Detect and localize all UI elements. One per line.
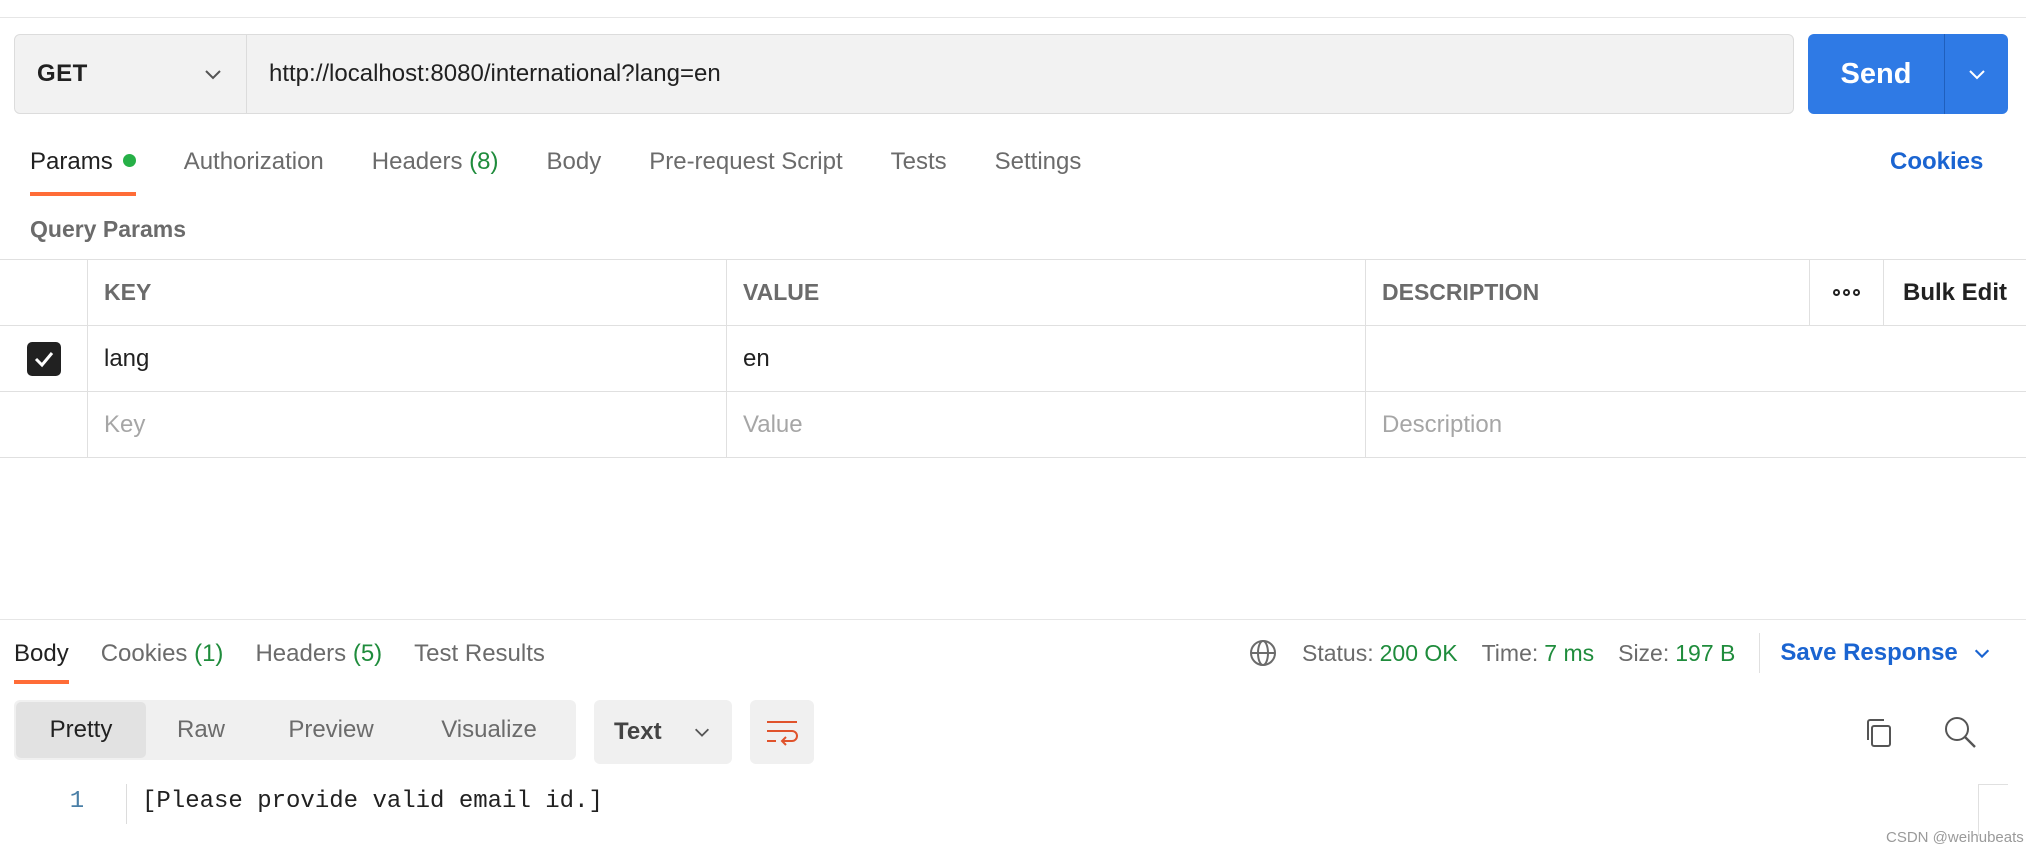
header-checkbox-cell: [0, 260, 88, 325]
tab-label: Params: [30, 148, 113, 175]
tab-label: Tests: [890, 148, 947, 175]
status-value: 200 OK: [1379, 639, 1458, 666]
table-row-empty: Key Value Description: [0, 392, 2026, 458]
request-bar: GET: [14, 34, 1794, 114]
chevron-down-icon: [1968, 70, 1985, 80]
param-value-cell[interactable]: en: [727, 326, 1366, 391]
param-key-cell[interactable]: lang: [88, 326, 727, 391]
key-placeholder-cell[interactable]: Key: [88, 392, 727, 457]
send-options-button[interactable]: [1944, 34, 2008, 114]
table-header-row: KEY VALUE DESCRIPTION Bulk Edit: [0, 260, 2026, 326]
gutter-line: [126, 784, 127, 824]
tab-response-cookies[interactable]: Cookies (1): [101, 636, 224, 684]
view-preview[interactable]: Preview: [256, 702, 406, 758]
time-value: 7 ms: [1544, 639, 1595, 666]
response-body-viewer[interactable]: 1 [Please provide valid email id.]: [0, 780, 2026, 836]
response-meta: Status: 200 OK Time: 7 ms Size: 197 B Save …: [1248, 633, 1992, 673]
tab-label: Body: [546, 148, 602, 175]
format-label: Text: [614, 718, 662, 745]
tab-test-results[interactable]: Test Results: [414, 636, 545, 684]
size-value: 197 B: [1675, 639, 1736, 666]
header-value: VALUE: [727, 260, 1366, 325]
row-checkbox-cell: [0, 326, 88, 391]
size-label: Size:: [1618, 639, 1670, 666]
chevron-down-icon: [202, 63, 224, 85]
response-divider: [0, 619, 2026, 620]
table-row: lang en: [0, 326, 2026, 392]
tab-label: Authorization: [183, 148, 324, 175]
response-tabs: Body Cookies (1) Headers (5) Test Result…: [14, 636, 577, 684]
more-horizontal-icon: [1833, 289, 1860, 296]
tab-body[interactable]: Body: [547, 140, 602, 196]
header-description: DESCRIPTION: [1366, 260, 1810, 325]
status-label: Status:: [1302, 639, 1374, 666]
description-placeholder-cell[interactable]: Description: [1366, 392, 2026, 457]
save-response-button[interactable]: Save Response: [1780, 639, 1991, 667]
check-icon: [34, 351, 53, 367]
tab-pre-request-script[interactable]: Pre-request Script: [649, 140, 842, 196]
header-key: KEY: [88, 260, 727, 325]
tab-label: Headers: [371, 148, 463, 175]
bulk-edit-button[interactable]: Bulk Edit: [1884, 260, 2026, 325]
tab-label: Headers: [255, 640, 347, 667]
url-input[interactable]: [247, 35, 1793, 113]
tab-label: Cookies: [100, 640, 188, 667]
tab-settings[interactable]: Settings: [995, 140, 1082, 196]
tab-label: Test Results: [414, 640, 545, 667]
method-select[interactable]: GET: [15, 35, 247, 113]
row-checkbox-cell: [0, 392, 88, 457]
tab-label: Settings: [994, 148, 1082, 175]
tab-label: Body: [14, 640, 69, 667]
view-pretty[interactable]: Pretty: [16, 702, 146, 758]
view-visualize[interactable]: Visualize: [406, 702, 572, 758]
params-table: KEY VALUE DESCRIPTION Bulk Edit lang en …: [0, 259, 2026, 458]
tab-response-body[interactable]: Body: [14, 636, 69, 684]
wrap-lines-icon: [767, 721, 798, 746]
tab-tests[interactable]: Tests: [891, 140, 947, 196]
query-params-title: Query Params: [30, 216, 186, 242]
copy-icon[interactable]: [1862, 716, 1896, 750]
send-button[interactable]: Send: [1808, 34, 1944, 114]
time-readout: Time: 7 ms: [1482, 640, 1595, 667]
param-enabled-checkbox[interactable]: [26, 341, 61, 376]
tab-count: (1): [194, 640, 224, 667]
tab-count: (8): [469, 148, 499, 175]
save-response-label: Save Response: [1780, 639, 1958, 666]
chevron-down-icon: [1974, 649, 1989, 659]
tab-count: (5): [352, 640, 383, 667]
value-placeholder-cell[interactable]: Value: [727, 392, 1366, 457]
wrap-lines-button[interactable]: [750, 700, 814, 764]
code-line: [Please provide valid email id.]: [142, 788, 603, 815]
meta-divider: [1759, 633, 1761, 673]
method-label: GET: [37, 60, 88, 87]
send-button-group: Send: [1808, 34, 2008, 114]
params-active-dot: [122, 154, 136, 168]
time-label: Time:: [1481, 639, 1539, 666]
search-icon[interactable]: [1942, 714, 1978, 750]
line-number: 1: [69, 788, 85, 815]
tab-params[interactable]: Params: [30, 140, 136, 196]
tab-label: Pre-request Script: [649, 148, 843, 175]
format-select[interactable]: Text: [594, 700, 732, 764]
cookies-link[interactable]: Cookies: [1890, 148, 1983, 176]
request-tabs: Params Authorization Headers (8) Body Pr…: [30, 140, 1129, 196]
tab-authorization[interactable]: Authorization: [184, 140, 324, 196]
chevron-down-icon: [694, 728, 710, 737]
more-options-button[interactable]: [1810, 260, 1884, 325]
tab-response-headers[interactable]: Headers (5): [255, 636, 382, 684]
param-description-cell[interactable]: [1366, 326, 2026, 391]
globe-icon[interactable]: [1248, 638, 1278, 668]
status-readout: Status: 200 OK: [1302, 640, 1458, 667]
view-mode-toggle: Pretty Raw Preview Visualize: [14, 700, 576, 760]
watermark: CSDN @weihubeats: [1886, 829, 2024, 846]
tab-headers[interactable]: Headers (8): [372, 140, 499, 196]
size-readout: Size: 197 B: [1618, 640, 1735, 667]
top-divider: [0, 17, 2026, 18]
view-raw[interactable]: Raw: [146, 702, 256, 758]
